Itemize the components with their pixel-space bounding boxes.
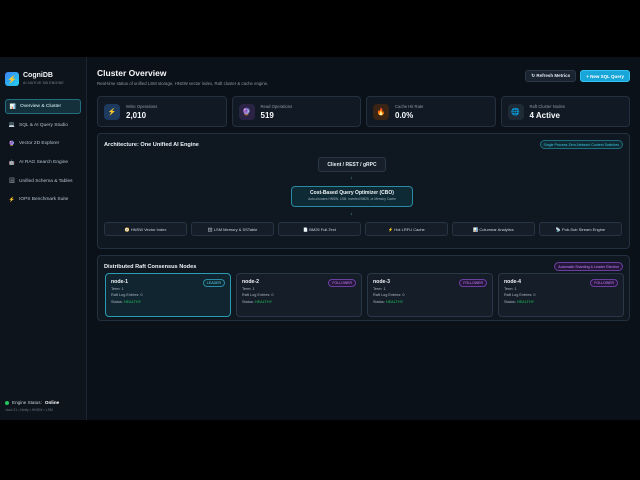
raft-node-card[interactable]: node-4 FOLLOWER Term: 1 Raft Log Entries…	[498, 273, 624, 317]
node-status-label: Status:	[373, 299, 385, 304]
sidebar-item-label: SQL & AI Query Studio	[19, 122, 68, 128]
module-pubsub: 📡 Pub-Sub Stream Engine	[539, 222, 622, 236]
engine-status: Engine Status: Online Java 21 • Netty • …	[5, 400, 59, 412]
raft-badge: Automatic Sharding & Leader Election	[554, 262, 623, 271]
table-icon: 🗄	[8, 178, 16, 185]
sidebar-item-label: Overview & Cluster	[20, 104, 62, 109]
page-title: Cluster Overview	[97, 68, 167, 78]
raft-panel: Distributed Raft Consensus Nodes Automat…	[97, 255, 630, 321]
page-subtitle: Real-time status of unified LSM storage,…	[97, 81, 269, 86]
globe-icon: 🌐	[507, 103, 524, 120]
architecture-badge: Single Process Zero-Network Context Swit…	[539, 140, 623, 149]
engine-version: Java 21 • Netty • HNSW • LSM	[5, 408, 53, 412]
sidebar-item-overview[interactable]: 📊 Overview & Cluster	[5, 99, 81, 114]
read-icon: 🔮	[238, 103, 255, 120]
stat-value: 4 Active	[529, 110, 560, 120]
cbo-title: Cost-Based Query Optimizer (CBO)	[310, 190, 394, 196]
stat-card-writes: ⚡ Write Operations 2,010	[97, 96, 227, 127]
sidebar-item-rag-search[interactable]: 🤖 AI RAG Search Engine	[5, 155, 81, 170]
main-content: Cluster Overview Real-time status of uni…	[87, 57, 640, 420]
node-status-value: HEALTHY	[123, 299, 142, 304]
node-log-entries: Raft Log Entries: 0	[111, 293, 143, 298]
app-window: ⚡ CogniDB AI-NATIVE DB ENGINE 📊 Overview…	[0, 57, 640, 420]
raft-title: Distributed Raft Consensus Nodes	[104, 263, 197, 270]
cube-icon: 🔮	[8, 140, 16, 147]
stat-value: 2,010	[126, 110, 147, 120]
node-log-entries: Raft Log Entries: 0	[373, 293, 405, 298]
node-log-entries: Raft Log Entries: 0	[242, 293, 274, 298]
bolt-icon: ⚡	[104, 103, 120, 120]
arrow-down-icon: ↓	[350, 175, 353, 180]
stat-label: Write Operations	[126, 103, 158, 109]
module-bm25: 📄 BM25 Full-Text	[278, 222, 361, 236]
refresh-metrics-button[interactable]: ↻ Refresh Metrics	[525, 70, 577, 82]
cbo-description: Auto-chooses HNSW, LSM, Inverted BM25, o…	[308, 197, 396, 201]
role-badge: LEADER	[202, 279, 225, 287]
status-dot-icon	[5, 400, 9, 405]
stat-label: Cache Hit Rate	[395, 103, 424, 109]
engine-modules: 🧭 HNSW Vector Index 🗄 LSM Memory & SSTab…	[104, 222, 622, 236]
chart-icon: 📊	[9, 103, 17, 110]
node-term: Term: 1	[504, 287, 517, 292]
stats-row: ⚡ Write Operations 2,010 🔮 Read Operatio…	[97, 96, 630, 127]
sidebar-item-label: Unified Schema & Tables	[19, 178, 73, 184]
stat-card-reads: 🔮 Read Operations 519	[231, 96, 361, 127]
sidebar-item-sql-studio[interactable]: 💻 SQL & AI Query Studio	[5, 118, 81, 133]
role-badge: FOLLOWER	[328, 279, 356, 287]
sidebar-item-label: AI RAG Search Engine	[19, 160, 69, 166]
engine-status-label: Engine Status:	[12, 400, 42, 405]
node-status-value: HEALTHY	[254, 299, 273, 304]
client-rest-grpc-box: Client / REST / gRPC	[318, 157, 386, 172]
module-columnar: 📊 Columnar Analytics	[452, 222, 535, 236]
arrow-down-icon: ↓	[350, 211, 353, 216]
architecture-title: Architecture: One Unified AI Engine	[104, 141, 199, 148]
role-badge: FOLLOWER	[459, 279, 487, 287]
module-hnsw: 🧭 HNSW Vector Index	[104, 222, 187, 236]
stat-label: Raft Cluster Nodes	[529, 103, 565, 109]
raft-node-card[interactable]: node-3 FOLLOWER Term: 1 Raft Log Entries…	[367, 273, 493, 317]
brand: ⚡ CogniDB AI-NATIVE DB ENGINE	[0, 57, 86, 91]
robot-icon: 🤖	[8, 159, 16, 166]
node-term: Term: 1	[242, 287, 255, 292]
raft-node-card[interactable]: node-1 LEADER Term: 1 Raft Log Entries: …	[105, 273, 231, 317]
sidebar-item-benchmark[interactable]: ⚡ IOPS Benchmark Suite	[5, 192, 81, 207]
raft-nodes: node-1 LEADER Term: 1 Raft Log Entries: …	[105, 273, 624, 317]
sidebar: ⚡ CogniDB AI-NATIVE DB ENGINE 📊 Overview…	[0, 57, 87, 420]
module-cache: ⚡ Hot LRFU Cache	[365, 222, 448, 236]
engine-status-value: Online	[44, 400, 60, 405]
terminal-icon: 💻	[8, 122, 16, 129]
stat-value: 0.0%	[395, 110, 414, 120]
sidebar-item-label: Vector 2D Explorer	[19, 141, 60, 147]
stat-card-cache: 🔥 Cache Hit Rate 0.0%	[366, 96, 496, 127]
stat-value: 519	[260, 110, 274, 120]
fire-icon: 🔥	[373, 103, 389, 120]
new-sql-query-button[interactable]: + New SQL Query	[580, 70, 630, 82]
module-lsm: 🗄 LSM Memory & SSTable	[191, 222, 274, 236]
node-status-value: HEALTHY	[385, 299, 404, 304]
node-status-label: Status:	[242, 299, 254, 304]
stat-label: Read Operations	[260, 103, 293, 109]
node-log-entries: Raft Log Entries: 0	[504, 293, 536, 298]
brand-name: CogniDB	[23, 72, 53, 79]
node-status-label: Status:	[504, 299, 516, 304]
cbo-box: Cost-Based Query Optimizer (CBO) Auto-ch…	[291, 186, 413, 207]
node-status-value: HEALTHY	[516, 299, 535, 304]
sidebar-item-vector-explorer[interactable]: 🔮 Vector 2D Explorer	[5, 136, 81, 151]
raft-node-card[interactable]: node-2 FOLLOWER Term: 1 Raft Log Entries…	[236, 273, 362, 317]
node-status-label: Status:	[111, 299, 123, 304]
node-term: Term: 1	[111, 287, 124, 292]
brand-tagline: AI-NATIVE DB ENGINE	[23, 81, 64, 85]
node-term: Term: 1	[373, 287, 386, 292]
bolt-icon: ⚡	[8, 196, 16, 203]
stat-card-raft: 🌐 Raft Cluster Nodes 4 Active	[500, 96, 630, 127]
sidebar-item-label: IOPS Benchmark Suite	[19, 197, 69, 203]
role-badge: FOLLOWER	[590, 279, 618, 287]
logo-icon: ⚡	[5, 72, 19, 86]
sidebar-nav: 📊 Overview & Cluster 💻 SQL & AI Query St…	[0, 99, 86, 207]
sidebar-item-schema[interactable]: 🗄 Unified Schema & Tables	[5, 174, 81, 189]
